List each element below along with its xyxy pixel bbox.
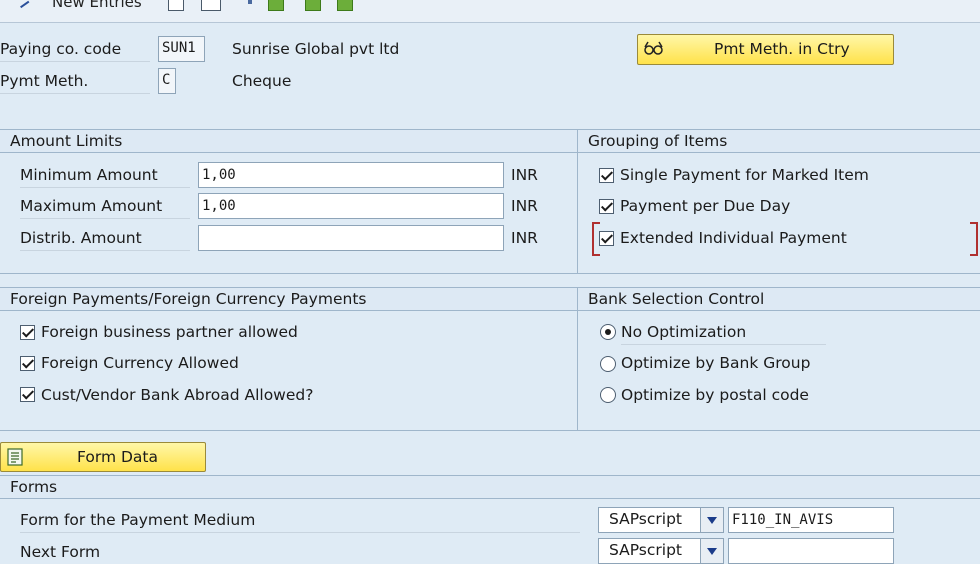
minimum-amount-label: Minimum Amount: [20, 163, 190, 188]
chevron-down-icon[interactable]: [700, 539, 723, 563]
previous-entry-icon[interactable]: [268, 0, 284, 11]
forms-title: Forms: [10, 478, 58, 496]
radio-label-bank-group: Optimize by Bank Group: [621, 354, 811, 372]
grouping-checkbox-due-day[interactable]: [599, 199, 614, 214]
payment-medium-type-select[interactable]: SAPscript: [598, 507, 724, 533]
amount-limits-title: Amount Limits: [10, 132, 123, 150]
edit-pencil-icon[interactable]: [16, 0, 30, 9]
chevron-down-icon[interactable]: [700, 508, 723, 532]
divider: [577, 287, 578, 431]
foreign-partner-label: Foreign business partner allowed: [41, 323, 298, 341]
payment-method-label: Pymt Meth.: [0, 69, 150, 94]
maximum-amount-input[interactable]: 1,00: [198, 193, 504, 219]
grouping-title: Grouping of Items: [588, 132, 728, 150]
grouping-label-due-day: Payment per Due Day: [620, 197, 791, 215]
maximum-amount-label: Maximum Amount: [20, 194, 190, 219]
pmt-meth-button-label: Pmt Meth. in Ctry: [714, 40, 850, 58]
next-form-label: Next Form: [20, 543, 101, 561]
grouping-checkbox-extended[interactable]: [599, 231, 614, 246]
undo-dot-icon[interactable]: [248, 0, 252, 4]
bank-selection-title: Bank Selection Control: [588, 290, 765, 308]
radio-bank-group[interactable]: [600, 356, 616, 372]
payment-medium-form-label: Form for the Payment Medium: [20, 508, 580, 533]
radio-postal-code[interactable]: [600, 387, 616, 403]
form-data-button[interactable]: Form Data: [0, 442, 206, 472]
section-divider: [0, 430, 980, 431]
bank-abroad-label: Cust/Vendor Bank Abroad Allowed?: [41, 386, 314, 404]
radio-label-no-optimization: No Optimization: [621, 320, 826, 345]
foreign-payments-header: Foreign Payments/Foreign Currency Paymen…: [0, 287, 980, 311]
foreign-partner-checkbox[interactable]: [20, 325, 35, 340]
distrib-amount-input[interactable]: [198, 225, 504, 251]
foreign-currency-checkbox[interactable]: [20, 356, 35, 371]
maximum-currency: INR: [511, 197, 538, 215]
minimum-currency: INR: [511, 166, 538, 184]
form-data-button-label: Form Data: [77, 448, 158, 466]
next-entry-icon[interactable]: [305, 0, 321, 11]
glasses-icon: [644, 41, 664, 55]
divider: [577, 129, 578, 273]
grouping-label-extended: Extended Individual Payment: [620, 229, 847, 247]
pmt-meth-in-ctry-button[interactable]: Pmt Meth. in Ctry: [637, 34, 894, 65]
payment-method-field[interactable]: C: [158, 68, 176, 94]
next-form-type-select[interactable]: SAPscript: [598, 538, 724, 564]
company-code-field[interactable]: SUN1: [158, 36, 205, 62]
focus-bracket-left: [592, 222, 600, 256]
next-form-input[interactable]: [728, 538, 894, 564]
payment-medium-form-input[interactable]: F110_IN_AVIS: [728, 507, 894, 533]
focus-bracket-right: [970, 222, 978, 256]
radio-label-postal-code: Optimize by postal code: [621, 386, 809, 404]
delete-icon[interactable]: [201, 0, 221, 11]
bank-abroad-checkbox[interactable]: [20, 387, 35, 402]
foreign-payments-title: Foreign Payments/Foreign Currency Paymen…: [10, 290, 367, 308]
payment-method-text: Cheque: [232, 72, 292, 90]
payment-medium-type-value: SAPscript: [609, 510, 682, 528]
form-document-icon: [7, 448, 23, 466]
radio-no-optimization[interactable]: [600, 324, 616, 340]
next-form-type-value: SAPscript: [609, 541, 682, 559]
amount-limits-header: Amount Limits Grouping of Items: [0, 129, 980, 153]
distrib-amount-label: Distrib. Amount: [20, 226, 190, 251]
minimum-amount-input[interactable]: 1,00: [198, 162, 504, 188]
company-code-label: Paying co. code: [0, 37, 150, 62]
toolbar: New Entries: [0, 0, 980, 23]
grouping-label-single: Single Payment for Marked Item: [620, 166, 869, 184]
grouping-checkbox-single[interactable]: [599, 168, 614, 183]
foreign-currency-label: Foreign Currency Allowed: [41, 354, 239, 372]
distrib-currency: INR: [511, 229, 538, 247]
copy-icon[interactable]: [168, 0, 184, 11]
select-block-icon[interactable]: [337, 0, 353, 11]
new-entries-button[interactable]: New Entries: [52, 0, 142, 11]
company-name-text: Sunrise Global pvt ltd: [232, 40, 400, 58]
forms-header: Forms: [0, 475, 980, 499]
section-divider: [0, 273, 980, 274]
